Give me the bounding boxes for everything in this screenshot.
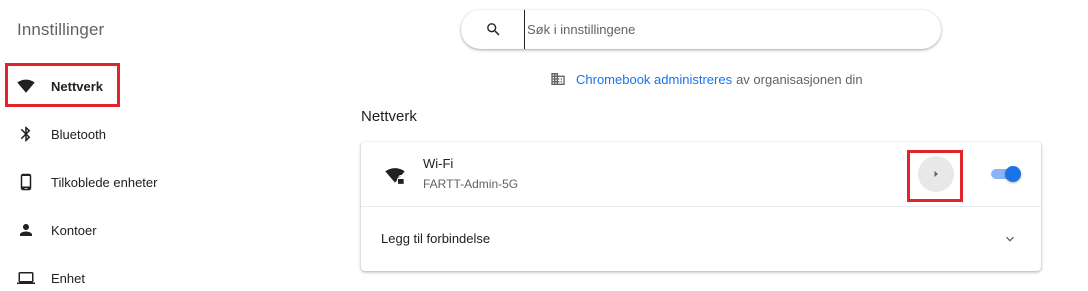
wifi-row[interactable]: Wi-Fi FARTT-Admin-5G [361,142,1041,206]
sidebar-item-label: Tilkoblede enheter [51,174,158,190]
app-title: Innstillinger [17,20,105,39]
bluetooth-icon [20,126,31,142]
search-input[interactable] [524,10,924,49]
person-icon [20,224,32,236]
sidebar-item-connected-devices[interactable]: Tilkoblede enheter [0,162,240,202]
add-connection-row[interactable]: Legg til forbindelse [361,207,1041,271]
sidebar-item-label: Enhet [51,270,85,286]
section-title: Nettverk [361,108,417,125]
highlight-box [5,63,120,107]
wifi-ssid: FARTT-Admin-5G [423,177,519,191]
wifi-toggle[interactable] [989,166,1023,182]
wifi-name: Wi-Fi [423,156,454,171]
managed-banner: Chromebook administreres av organisasjon… [549,71,863,87]
search-box[interactable] [461,10,941,49]
search-icon [487,23,500,36]
laptop-icon [17,272,35,284]
managed-link[interactable]: Chromebook administreres [576,72,732,87]
wifi-secure-icon [385,168,405,185]
sidebar-item-device[interactable]: Enhet [0,258,240,291]
highlight-box [907,150,963,202]
sidebar-item-bluetooth[interactable]: Bluetooth [0,114,240,154]
phone-icon [20,173,32,191]
sidebar-item-label: Kontoer [51,222,97,238]
network-card: Wi-Fi FARTT-Admin-5G Legg til forbindels… [361,142,1041,271]
sidebar-item-label: Bluetooth [51,126,106,142]
business-icon [551,73,565,85]
sidebar-item-accounts[interactable]: Kontoer [0,210,240,250]
add-connection-label: Legg til forbindelse [381,231,491,246]
toggle-thumb [1005,166,1021,182]
settings-app: Innstillinger Chromebook administreres a… [0,0,1088,291]
managed-suffix: av organisasjonen din [736,71,863,87]
chevron-down-icon[interactable] [1002,231,1018,247]
